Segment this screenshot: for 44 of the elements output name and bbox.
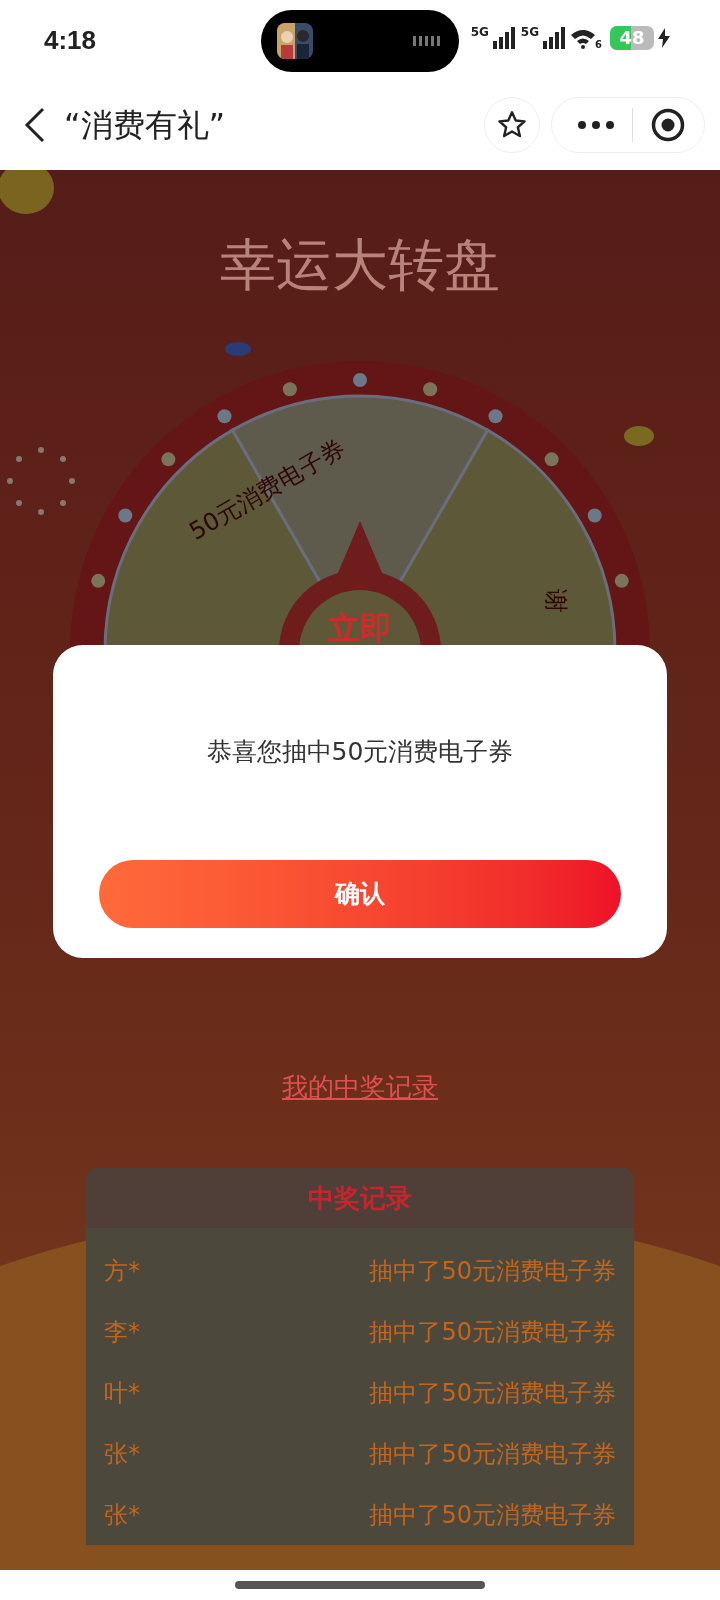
favorite-button[interactable]	[484, 97, 540, 153]
segment-label: 谢	[542, 589, 570, 613]
wheel-light	[118, 508, 133, 523]
wheel-light	[91, 573, 106, 588]
signal-icon	[492, 27, 515, 49]
network-label: 5G	[520, 26, 540, 38]
wifi-label: 6	[595, 40, 602, 50]
close-target-icon[interactable]	[651, 108, 685, 142]
winner-name: 叶*	[104, 1377, 140, 1409]
wheel-light	[353, 373, 367, 387]
wheel-light	[587, 508, 602, 523]
winner-name: 李*	[104, 1316, 140, 1348]
prize-text: 抽中了50元消费电子券	[369, 1255, 616, 1287]
back-icon[interactable]	[24, 107, 46, 143]
coin-drawing	[624, 426, 654, 446]
records-title: 中奖记录	[308, 1181, 412, 1215]
waveform-icon	[413, 35, 443, 47]
wheel-light	[217, 409, 232, 424]
prize-text: 抽中了50元消费电子券	[369, 1499, 616, 1531]
prize-text: 抽中了50元消费电子券	[369, 1316, 616, 1348]
confirm-button[interactable]: 确认	[99, 860, 621, 928]
page-title: “消费有礼”	[64, 105, 226, 146]
dialog-message: 恭喜您抽中50元消费电子券	[206, 736, 514, 768]
confetti-drawing	[225, 342, 251, 356]
segment-label: 50元消费电子券	[184, 434, 350, 546]
wheel-light	[423, 382, 438, 397]
wheel-light	[282, 382, 297, 397]
wheel-light	[161, 452, 176, 467]
wheel-light	[544, 452, 559, 467]
wheel-light	[614, 573, 629, 588]
status-time: 4:18	[44, 23, 97, 57]
prize-text: 抽中了50元消费电子券	[369, 1438, 616, 1470]
wheel-light	[488, 409, 503, 424]
winner-name: 方*	[104, 1255, 140, 1287]
winner-name: 张*	[104, 1499, 140, 1531]
winner-name: 张*	[104, 1438, 140, 1470]
network-label: 5G	[470, 26, 489, 38]
my-records-link[interactable]: 我的中奖记录	[282, 1070, 438, 1104]
more-icon[interactable]	[578, 121, 614, 129]
signal-icon	[543, 27, 566, 49]
sparkle-ring-drawing	[6, 446, 76, 516]
coin-drawing	[0, 170, 56, 216]
wheel-title: 幸运大转盘	[220, 232, 500, 298]
prize-text: 抽中了50元消费电子券	[369, 1377, 616, 1409]
